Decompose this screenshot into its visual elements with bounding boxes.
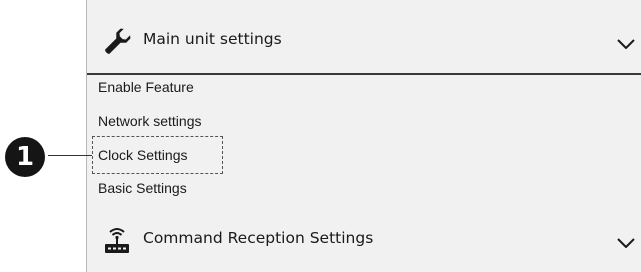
- command-reception-settings-header[interactable]: Command Reception Settings: [87, 214, 641, 266]
- menu-item-basic-settings[interactable]: Basic Settings: [98, 179, 187, 197]
- chevron-down-icon[interactable]: [617, 39, 635, 49]
- wrench-icon: [104, 28, 131, 55]
- menu-item-network-settings[interactable]: Network settings: [98, 112, 201, 130]
- callout-leader-line: [48, 155, 92, 156]
- wireless-router-icon: [105, 228, 129, 253]
- main-unit-settings-header[interactable]: Main unit settings: [87, 14, 641, 70]
- chevron-down-icon[interactable]: [617, 238, 635, 248]
- section-divider: [87, 73, 641, 75]
- focus-highlight-box: [92, 136, 223, 174]
- main-unit-settings-title: Main unit settings: [143, 30, 282, 48]
- menu-item-enable-feature[interactable]: Enable Feature: [98, 78, 194, 96]
- command-reception-settings-title: Command Reception Settings: [143, 229, 374, 247]
- callout-number-badge: 1: [5, 137, 45, 177]
